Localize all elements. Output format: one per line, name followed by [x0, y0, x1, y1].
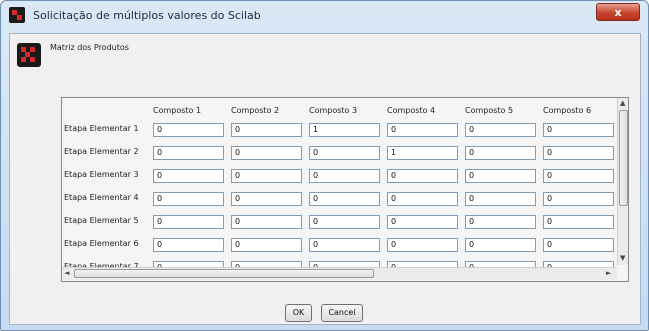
- close-button[interactable]: x: [596, 3, 640, 21]
- row-label: Etapa Elementar 3: [64, 170, 139, 179]
- matrix-cell-input[interactable]: 0: [153, 169, 224, 183]
- matrix-cell-input[interactable]: 0: [231, 192, 302, 206]
- matrix-grid: Composto 1 Composto 2 Composto 3 Composto 4…: [61, 97, 629, 282]
- matrix-cell-input[interactable]: 0: [231, 238, 302, 252]
- matrix-cell-input[interactable]: 0: [153, 123, 224, 137]
- matrix-cell-input[interactable]: 0: [309, 192, 380, 206]
- cancel-button[interactable]: Cancel: [321, 304, 363, 322]
- dialog-body: Matriz dos Produtos Composto 1 Composto 2…: [9, 33, 641, 325]
- dialog-window: Solicitação de múltiplos valores do Scil…: [0, 0, 649, 331]
- row-label: Etapa Elementar 4: [64, 193, 139, 202]
- vertical-scroll-thumb[interactable]: [619, 110, 628, 206]
- matrix-cell-input[interactable]: 0: [387, 215, 458, 229]
- matrix-cell-input[interactable]: 0: [387, 192, 458, 206]
- matrix-cell-input[interactable]: 0: [543, 192, 614, 206]
- column-header: Composto 2: [231, 106, 280, 115]
- ok-button[interactable]: OK: [285, 304, 312, 322]
- vertical-scrollbar[interactable]: ▲ ▼: [617, 98, 628, 265]
- horizontal-scroll-thumb[interactable]: [74, 269, 374, 278]
- matrix-cell-input[interactable]: 0: [387, 238, 458, 252]
- row-label: Etapa Elementar 6: [64, 239, 139, 248]
- matrix-cell-input[interactable]: 0: [543, 215, 614, 229]
- window-title: Solicitação de múltiplos valores do Scil…: [33, 9, 261, 22]
- matrix-cell-input[interactable]: 0: [543, 169, 614, 183]
- title-bar[interactable]: Solicitação de múltiplos valores do Scil…: [1, 1, 648, 31]
- column-header: Composto 3: [309, 106, 358, 115]
- matrix-cell-input[interactable]: 0: [153, 192, 224, 206]
- matrix-cell-input[interactable]: 0: [465, 215, 536, 229]
- column-header: Composto 1: [153, 106, 202, 115]
- matrix-cell-input[interactable]: 0: [309, 215, 380, 229]
- matrix-cell-input[interactable]: 0: [543, 123, 614, 137]
- scroll-up-icon[interactable]: ▲: [620, 99, 625, 107]
- matrix-cell-input[interactable]: 0: [465, 123, 536, 137]
- matrix-cell-input[interactable]: 0: [387, 123, 458, 137]
- matrix-cell-input[interactable]: 0: [465, 192, 536, 206]
- scilab-logo-icon: [17, 43, 41, 67]
- row-label: Etapa Elementar 5: [64, 216, 139, 225]
- matrix-cell-input[interactable]: 0: [231, 146, 302, 160]
- matrix-cell-input[interactable]: 0: [153, 146, 224, 160]
- scilab-icon: [9, 7, 25, 23]
- matrix-cell-input[interactable]: 0: [309, 169, 380, 183]
- matrix-cell-input[interactable]: 0: [543, 146, 614, 160]
- matrix-cell-input[interactable]: 0: [153, 238, 224, 252]
- matrix-cell-input[interactable]: 1: [309, 123, 380, 137]
- row-label: Etapa Elementar 2: [64, 147, 139, 156]
- matrix-cell-input[interactable]: 0: [231, 215, 302, 229]
- column-header: Composto 6: [543, 106, 592, 115]
- matrix-cell-input[interactable]: 0: [153, 215, 224, 229]
- column-header: Composto 5: [465, 106, 514, 115]
- horizontal-scrollbar[interactable]: ◄ ►: [62, 267, 617, 280]
- scroll-right-icon[interactable]: ►: [606, 269, 611, 277]
- scroll-down-icon[interactable]: ▼: [620, 254, 625, 262]
- row-label: Etapa Elementar 1: [64, 124, 139, 133]
- matrix-cell-input[interactable]: 0: [309, 146, 380, 160]
- matrix-cell-input[interactable]: 0: [465, 169, 536, 183]
- matrix-cell-input[interactable]: 1: [387, 146, 458, 160]
- matrix-label: Matriz dos Produtos: [50, 43, 129, 52]
- matrix-cell-input[interactable]: 0: [231, 123, 302, 137]
- matrix-cell-input[interactable]: 0: [309, 238, 380, 252]
- column-header: Composto 4: [387, 106, 436, 115]
- matrix-cell-input[interactable]: 0: [465, 146, 536, 160]
- matrix-cell-input[interactable]: 0: [387, 169, 458, 183]
- scroll-left-icon[interactable]: ◄: [64, 269, 69, 277]
- matrix-cell-input[interactable]: 0: [465, 238, 536, 252]
- matrix-cell-input[interactable]: 0: [231, 169, 302, 183]
- matrix-cell-input[interactable]: 0: [543, 238, 614, 252]
